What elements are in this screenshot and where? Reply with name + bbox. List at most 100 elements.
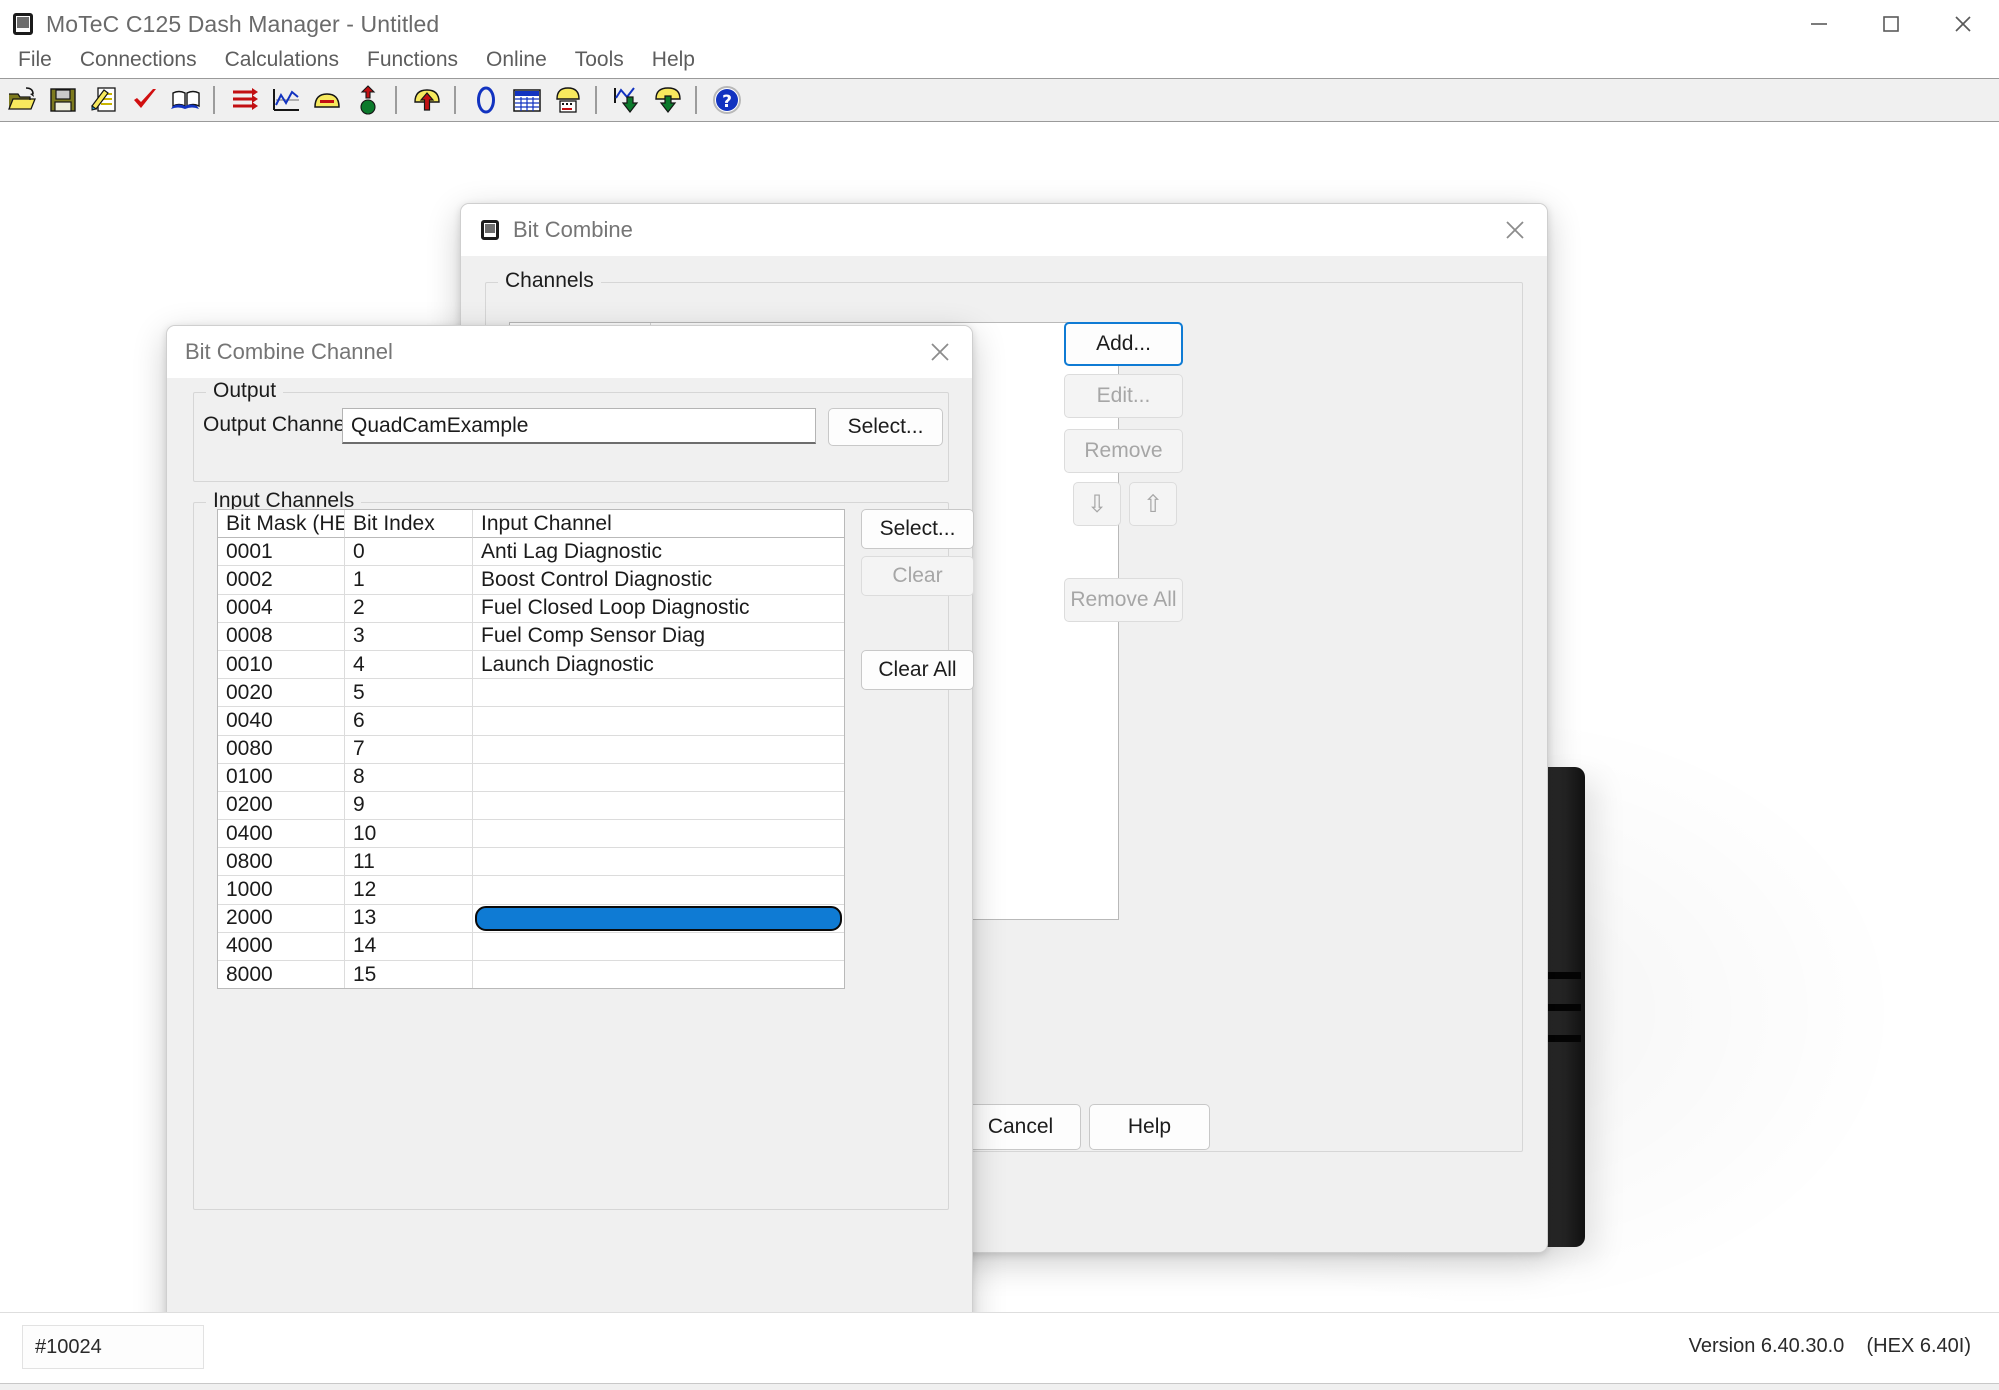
download-chart-icon[interactable] <box>608 81 646 119</box>
bit-combine-help-button[interactable]: Help <box>1089 1104 1210 1150</box>
cell-input-channel[interactable] <box>473 736 844 764</box>
remove-button[interactable]: Remove <box>1064 429 1183 473</box>
cell-bit-mask: 0100 <box>218 763 345 792</box>
add-button[interactable]: Add... <box>1064 322 1183 366</box>
calendar-table-icon[interactable] <box>508 81 546 119</box>
open-book-icon[interactable] <box>167 81 205 119</box>
cell-input-channel[interactable] <box>473 764 844 792</box>
output-channel-label: Output Channel : <box>203 413 362 436</box>
dash-with-keypad-icon[interactable] <box>549 81 587 119</box>
cell-bit-index: 8 <box>345 763 473 792</box>
help-question-icon[interactable]: ? <box>708 81 746 119</box>
bit-combine-cancel-button[interactable]: Cancel <box>960 1104 1081 1150</box>
table-row[interactable]: 0200 9 <box>218 791 844 821</box>
cell-input-channel[interactable] <box>473 961 844 988</box>
cell-input-channel[interactable] <box>473 933 844 961</box>
cell-bit-index: 7 <box>345 735 473 764</box>
cell-input-channel[interactable]: Fuel Closed Loop Diagnostic <box>473 595 844 623</box>
minimize-icon[interactable] <box>1783 0 1855 48</box>
table-row[interactable]: 0800 11 <box>218 848 844 877</box>
output-channel-input[interactable]: QuadCamExample <box>342 408 816 444</box>
channels-list-icon[interactable] <box>226 81 264 119</box>
up-down-transfer-icon[interactable] <box>349 81 387 119</box>
table-row[interactable]: 0400 10 <box>218 820 844 849</box>
table-row[interactable]: 0080 7 <box>218 735 844 764</box>
input-channels-grid[interactable]: Bit Mask (HEX) Bit Index Input Channel 0… <box>217 509 845 989</box>
dash-device-icon[interactable] <box>308 81 346 119</box>
cell-input-channel[interactable] <box>473 707 844 736</box>
table-row[interactable]: 8000 15 <box>218 961 844 988</box>
cell-input-channel[interactable]: Fuel Comp Sensor Diag <box>473 623 844 651</box>
cell-bit-index: 10 <box>345 820 473 849</box>
cell-input-channel[interactable] <box>473 679 844 708</box>
menu-item-functions[interactable]: Functions <box>353 46 472 74</box>
output-channel-select-button[interactable]: Select... <box>828 408 943 446</box>
toolbar-separator <box>695 86 697 114</box>
status-code: #10024 <box>22 1325 204 1369</box>
table-row[interactable]: 0001 0 Anti Lag Diagnostic <box>218 538 844 567</box>
title-bar: MoTeC C125 Dash Manager - Untitled <box>0 0 1999 48</box>
menu-item-file[interactable]: File <box>4 46 66 74</box>
cell-bit-mask: 1000 <box>218 876 345 905</box>
cell-input-channel[interactable]: Anti Lag Diagnostic <box>473 538 844 567</box>
cell-input-channel[interactable] <box>473 820 844 849</box>
cell-bit-index: 3 <box>345 622 473 651</box>
table-row[interactable]: 4000 14 <box>218 932 844 961</box>
move-up-icon: ⇧ <box>1142 490 1164 518</box>
edit-button[interactable]: Edit... <box>1064 374 1183 418</box>
table-row[interactable]: 0010 4 Launch Diagnostic <box>218 650 844 680</box>
dash-device-icon <box>479 219 501 242</box>
cell-bit-index: 11 <box>345 848 473 877</box>
status-bar: #10024 Version 6.40.30.0 (HEX 6.40I) <box>0 1312 1999 1390</box>
table-row[interactable]: 0020 5 <box>218 679 844 708</box>
close-icon[interactable] <box>1927 0 1999 48</box>
table-row[interactable]: 0004 2 Fuel Closed Loop Diagnostic <box>218 594 844 623</box>
open-file-icon[interactable] <box>3 81 41 119</box>
cell-input-channel-selected[interactable] <box>473 905 844 933</box>
move-down-button[interactable]: ⇩ <box>1073 482 1121 526</box>
close-icon[interactable] <box>908 326 972 378</box>
upload-to-dash-icon[interactable] <box>408 81 446 119</box>
logging-ring-icon[interactable] <box>467 81 505 119</box>
close-icon[interactable] <box>1483 204 1547 256</box>
table-row[interactable]: 1000 12 <box>218 876 844 905</box>
cell-bit-index: 4 <box>345 650 473 680</box>
input-channel-select-button[interactable]: Select... <box>861 509 974 549</box>
save-file-icon[interactable] <box>44 81 82 119</box>
cell-bit-mask: 0400 <box>218 820 345 849</box>
check-mark-icon[interactable] <box>126 81 164 119</box>
input-channels-grid-body: 0001 0 Anti Lag Diagnostic 0002 1 Boost Contr… <box>218 538 844 988</box>
remove-all-button[interactable]: Remove All <box>1064 578 1183 622</box>
cell-input-channel[interactable]: Launch Diagnostic <box>473 651 844 680</box>
cell-bit-index: 15 <box>345 961 473 988</box>
cell-bit-mask: 0080 <box>218 735 345 764</box>
menu-item-tools[interactable]: Tools <box>561 46 638 74</box>
toolbar-separator <box>454 86 456 114</box>
chart-graph-icon[interactable] <box>267 81 305 119</box>
menu-bar: File Connections Calculations Functions … <box>0 42 1999 78</box>
selection-highlight <box>475 905 842 931</box>
menu-item-help[interactable]: Help <box>638 46 709 74</box>
menu-item-connections[interactable]: Connections <box>66 46 211 74</box>
edit-document-icon[interactable] <box>85 81 123 119</box>
input-channels-grid-header: Bit Mask (HEX) Bit Index Input Channel <box>218 510 844 539</box>
cell-input-channel[interactable]: Boost Control Diagnostic <box>473 566 844 595</box>
cell-bit-index: 0 <box>345 538 473 567</box>
maximize-icon[interactable] <box>1855 0 1927 48</box>
download-from-dash-icon[interactable] <box>649 81 687 119</box>
move-up-button[interactable]: ⇧ <box>1129 482 1177 526</box>
table-row[interactable]: 0008 3 Fuel Comp Sensor Diag <box>218 622 844 651</box>
input-channel-clear-all-button[interactable]: Clear All <box>861 650 974 690</box>
cell-input-channel[interactable] <box>473 876 844 905</box>
input-channel-clear-button[interactable]: Clear <box>861 556 974 596</box>
menu-item-calculations[interactable]: Calculations <box>211 46 353 74</box>
table-row[interactable]: 0100 8 <box>218 763 844 792</box>
toolbar: ? MoTeC <box>0 78 1999 197</box>
menu-item-online[interactable]: Online <box>472 46 561 74</box>
table-row[interactable]: 2000 13 <box>218 904 844 933</box>
table-row[interactable]: 0040 6 <box>218 707 844 736</box>
cell-input-channel[interactable] <box>473 848 844 877</box>
table-row[interactable]: 0002 1 Boost Control Diagnostic <box>218 566 844 595</box>
toolbar-separator <box>213 86 215 114</box>
cell-input-channel[interactable] <box>473 792 844 821</box>
